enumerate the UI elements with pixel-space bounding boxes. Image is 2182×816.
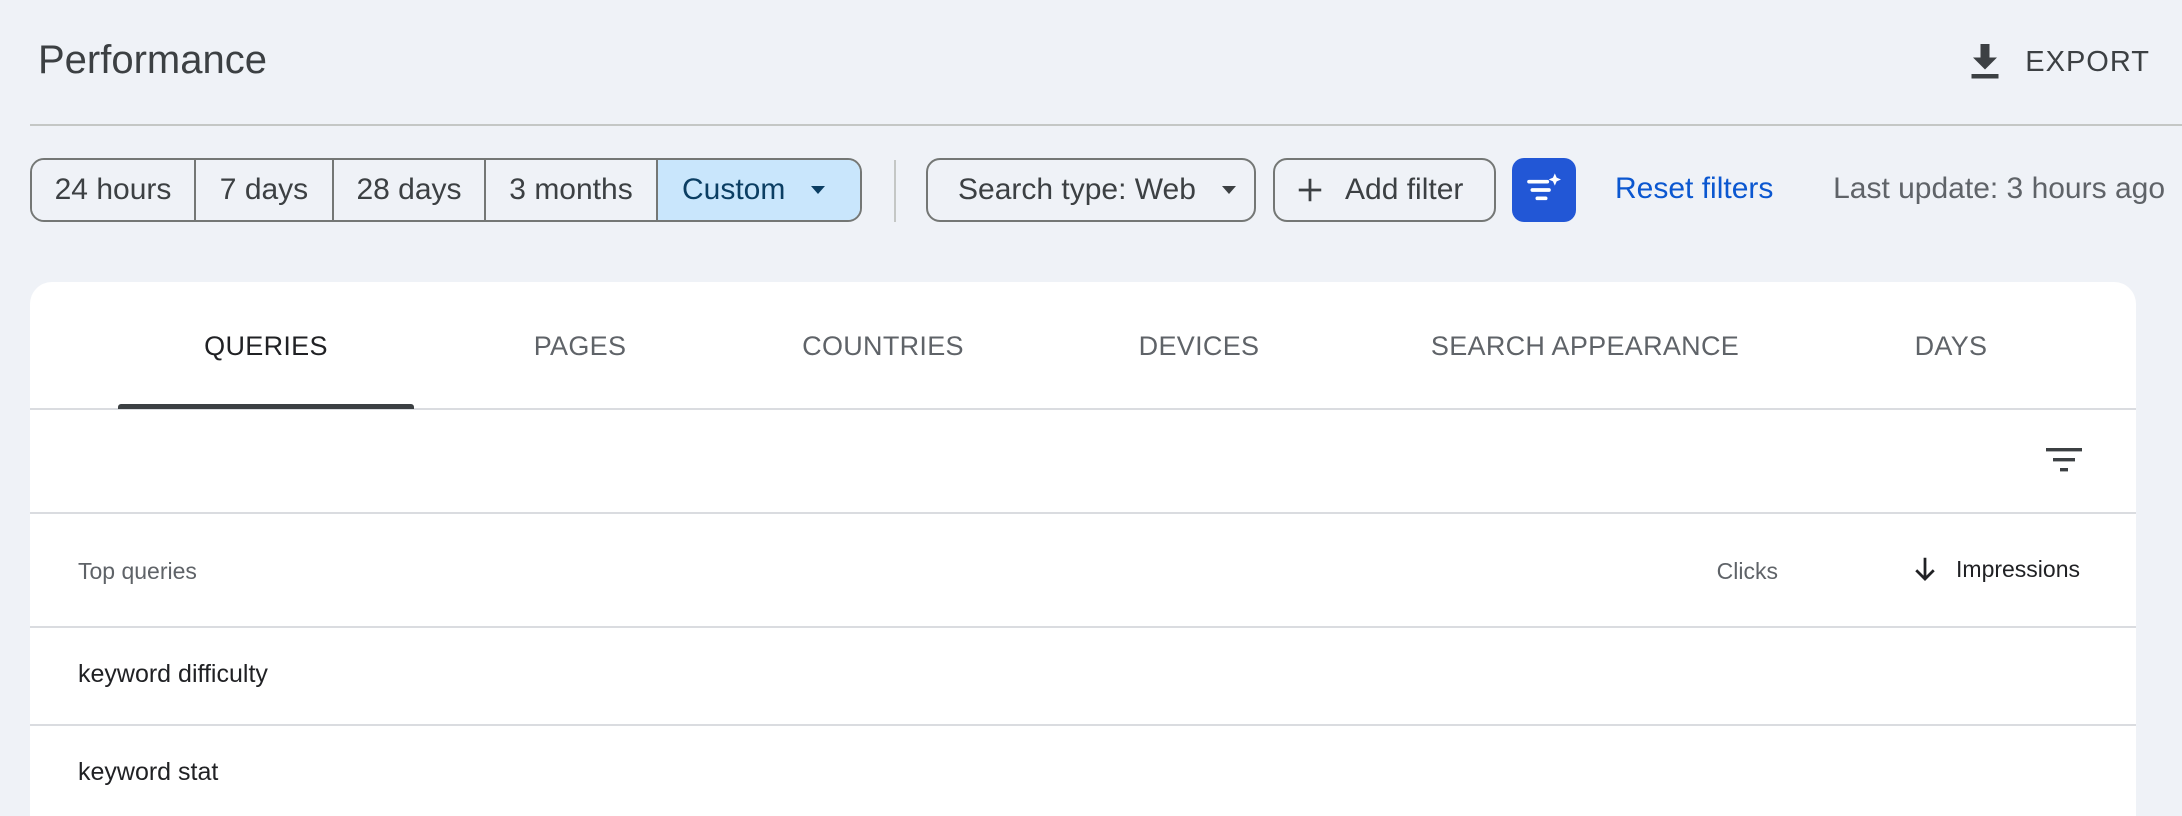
active-tab-indicator: [118, 404, 414, 409]
search-type-label: Search type: Web: [958, 173, 1196, 206]
header-divider: [30, 124, 2182, 126]
ai-filter-button[interactable]: [1512, 158, 1576, 222]
download-icon: [1971, 44, 1999, 79]
column-header-top-queries[interactable]: Top queries: [78, 558, 197, 585]
last-update-text: Last update: 3 hours ago: [1833, 172, 2165, 205]
query-cell: keyword difficulty: [78, 660, 268, 688]
export-button[interactable]: EXPORT: [1967, 38, 2150, 86]
report-card: QUERIES PAGES COUNTRIES DEVICES SEARCH A…: [30, 282, 2136, 816]
query-cell: keyword stat: [78, 758, 219, 786]
date-option-custom[interactable]: Custom: [658, 160, 860, 220]
date-option-7-days[interactable]: 7 days: [196, 160, 334, 220]
table-row[interactable]: keyword stat: [30, 726, 2136, 816]
date-option-3-months[interactable]: 3 months: [486, 160, 658, 220]
tab-queries[interactable]: QUERIES: [118, 282, 414, 410]
add-filter-label: Add filter: [1345, 173, 1464, 206]
filter-bar-separator: [894, 160, 896, 222]
search-type-dropdown[interactable]: Search type: Web: [926, 158, 1256, 222]
tab-days[interactable]: DAYS: [1826, 282, 2076, 410]
table-header: Top queries Clicks Impressions: [30, 514, 2136, 628]
date-range-selector: 24 hours 7 days 28 days 3 months Custom: [30, 158, 862, 222]
plus-icon: [1298, 178, 1322, 202]
export-label: EXPORT: [2025, 45, 2150, 78]
dimension-tabs: QUERIES PAGES COUNTRIES DEVICES SEARCH A…: [30, 282, 2136, 410]
tab-search-appearance[interactable]: SEARCH APPEARANCE: [1380, 282, 1790, 410]
arrow-down-icon: [1915, 557, 1935, 581]
filter-rows-icon[interactable]: [2044, 442, 2084, 478]
column-header-clicks[interactable]: Clicks: [1717, 558, 1778, 585]
filter-sparkle-icon: [1527, 173, 1561, 201]
reset-filters-link[interactable]: Reset filters: [1615, 172, 1773, 206]
date-option-28-days[interactable]: 28 days: [334, 160, 486, 220]
tab-pages[interactable]: PAGES: [462, 282, 698, 410]
column-header-impressions[interactable]: Impressions: [1910, 554, 2080, 584]
column-header-impressions-label: Impressions: [1956, 555, 2080, 582]
page-title: Performance: [38, 38, 267, 82]
table-row[interactable]: keyword difficulty: [30, 628, 2136, 726]
table-toolbar: [30, 410, 2136, 514]
dropdown-caret-icon: [811, 186, 826, 194]
tab-devices[interactable]: DEVICES: [1064, 282, 1334, 410]
dropdown-caret-icon: [1221, 186, 1236, 194]
performance-page: Performance EXPORT 24 hours 7 days 28 da…: [0, 0, 2182, 816]
tab-countries[interactable]: COUNTRIES: [748, 282, 1018, 410]
date-option-custom-label: Custom: [682, 173, 786, 206]
date-option-24-hours[interactable]: 24 hours: [32, 160, 196, 220]
add-filter-button[interactable]: Add filter: [1273, 158, 1496, 222]
